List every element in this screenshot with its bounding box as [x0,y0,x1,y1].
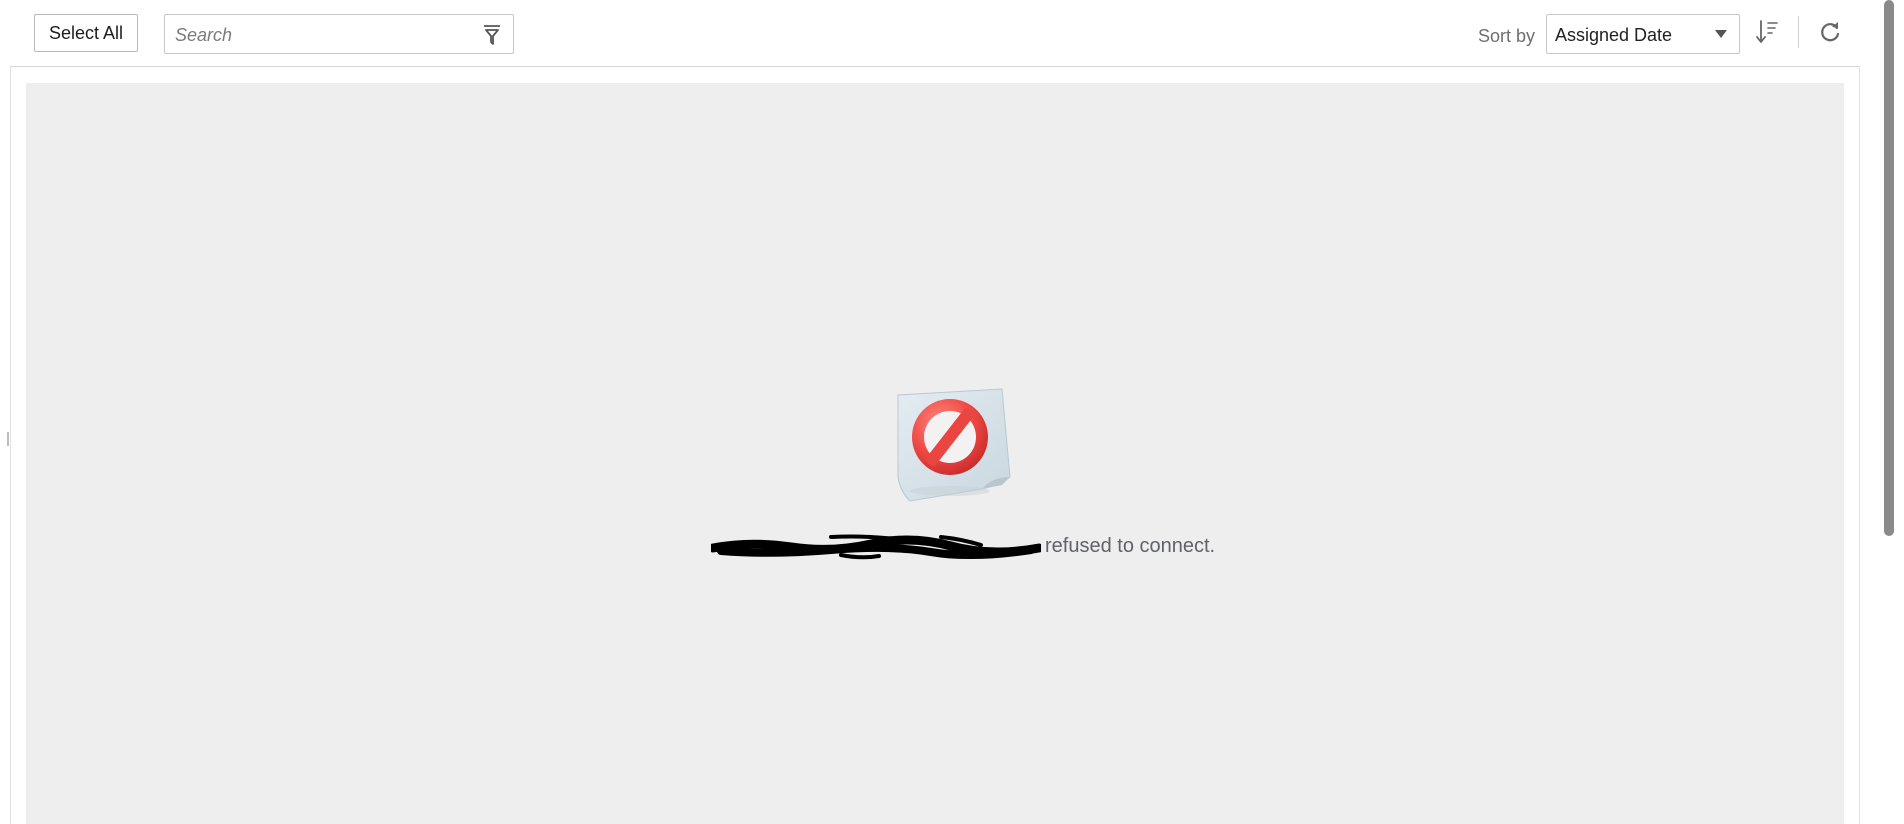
blocked-icon [897,388,1011,502]
panel-resize-handle[interactable] [7,432,9,446]
error-message-text: refused to connect. [1045,534,1216,557]
chevron-down-icon [1715,30,1727,38]
page: Select All Sort by Assigned Date [0,0,1904,824]
refresh-icon[interactable] [1816,18,1844,46]
sort-descending-icon[interactable] [1754,18,1780,46]
filter-icon[interactable] [483,25,501,45]
toolbar: Select All Sort by Assigned Date [0,0,1880,66]
search-input[interactable] [173,19,467,51]
toolbar-divider [1798,16,1799,48]
scrollbar-thumb[interactable] [1884,0,1894,536]
select-all-button[interactable]: Select All [34,14,138,52]
sort-select-value: Assigned Date [1555,25,1673,45]
redacted-host [711,534,1041,560]
sort-by-label: Sort by [1478,26,1536,46]
embedded-frame-error: refused to connect. [26,83,1844,824]
sort-select[interactable]: Assigned Date [1546,14,1740,54]
error-message: refused to connect. [711,531,1215,561]
search-box [164,14,514,54]
